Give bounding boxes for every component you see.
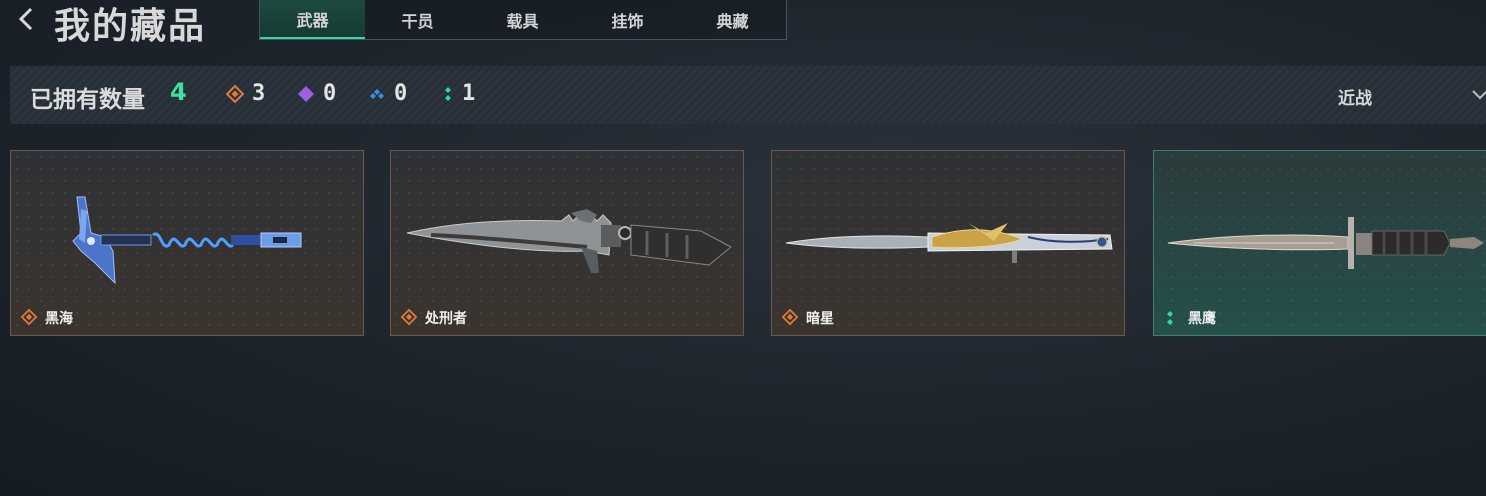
rarity-count-value: 0: [394, 81, 408, 106]
combat-knife-icon: [406, 209, 732, 273]
item-name: 黑鹰: [1188, 311, 1216, 327]
rarity-count-value: 3: [252, 81, 266, 106]
tab-operators[interactable]: 干员: [365, 0, 470, 39]
orange-diamond-icon: [226, 84, 244, 103]
tab-vehicles[interactable]: 载具: [470, 0, 575, 39]
top-bar: 我的藏品 武器 干员 载具 挂饰 典藏: [0, 0, 1486, 47]
collection-card[interactable]: 黑鹰: [1153, 150, 1486, 336]
item-name: 黑海: [45, 311, 73, 327]
green-dots-icon: [1167, 311, 1173, 325]
orange-diamond-icon: [401, 309, 417, 325]
rarity-count-value: 1: [462, 81, 476, 106]
category-tabs: 武器 干员 载具 挂饰 典藏: [259, 0, 787, 40]
item-name: 处刑者: [425, 311, 467, 327]
dagger-icon: [1167, 217, 1484, 269]
collection-card[interactable]: 黑海: [10, 150, 364, 336]
blue-diamond-icon: [370, 88, 384, 99]
fillet-knife-icon: [785, 223, 1113, 263]
tab-charms[interactable]: 挂饰: [575, 0, 680, 39]
item-name: 暗星: [806, 311, 834, 327]
collection-card[interactable]: 处刑者: [390, 150, 744, 336]
rarity-count-orange: 3: [226, 81, 265, 106]
orange-diamond-icon: [21, 309, 37, 325]
tab-weapons[interactable]: 武器: [260, 0, 365, 39]
page-title: 我的藏品: [54, 6, 207, 47]
rarity-count-blue: 0: [368, 81, 407, 106]
owned-stats-bar: 已拥有数量 4 3 0 0 1 近战: [10, 66, 1486, 124]
purple-diamond-icon: [298, 85, 314, 102]
tab-collection[interactable]: 典藏: [680, 0, 785, 39]
green-dots-icon: [445, 86, 451, 101]
orange-diamond-icon: [782, 309, 798, 325]
owned-count: 4: [170, 78, 187, 106]
rarity-count-value: 0: [323, 81, 337, 106]
chevron-down-icon[interactable]: [1472, 86, 1486, 105]
owned-label: 已拥有数量: [30, 87, 145, 113]
rarity-count-green: 1: [442, 81, 475, 106]
back-arrow-icon[interactable]: [12, 4, 42, 34]
weapon-type-filter[interactable]: 近战: [1338, 84, 1372, 109]
axe-icon: [72, 196, 302, 285]
collection-card[interactable]: 暗星: [771, 150, 1125, 336]
rarity-count-purple: 0: [297, 81, 336, 106]
